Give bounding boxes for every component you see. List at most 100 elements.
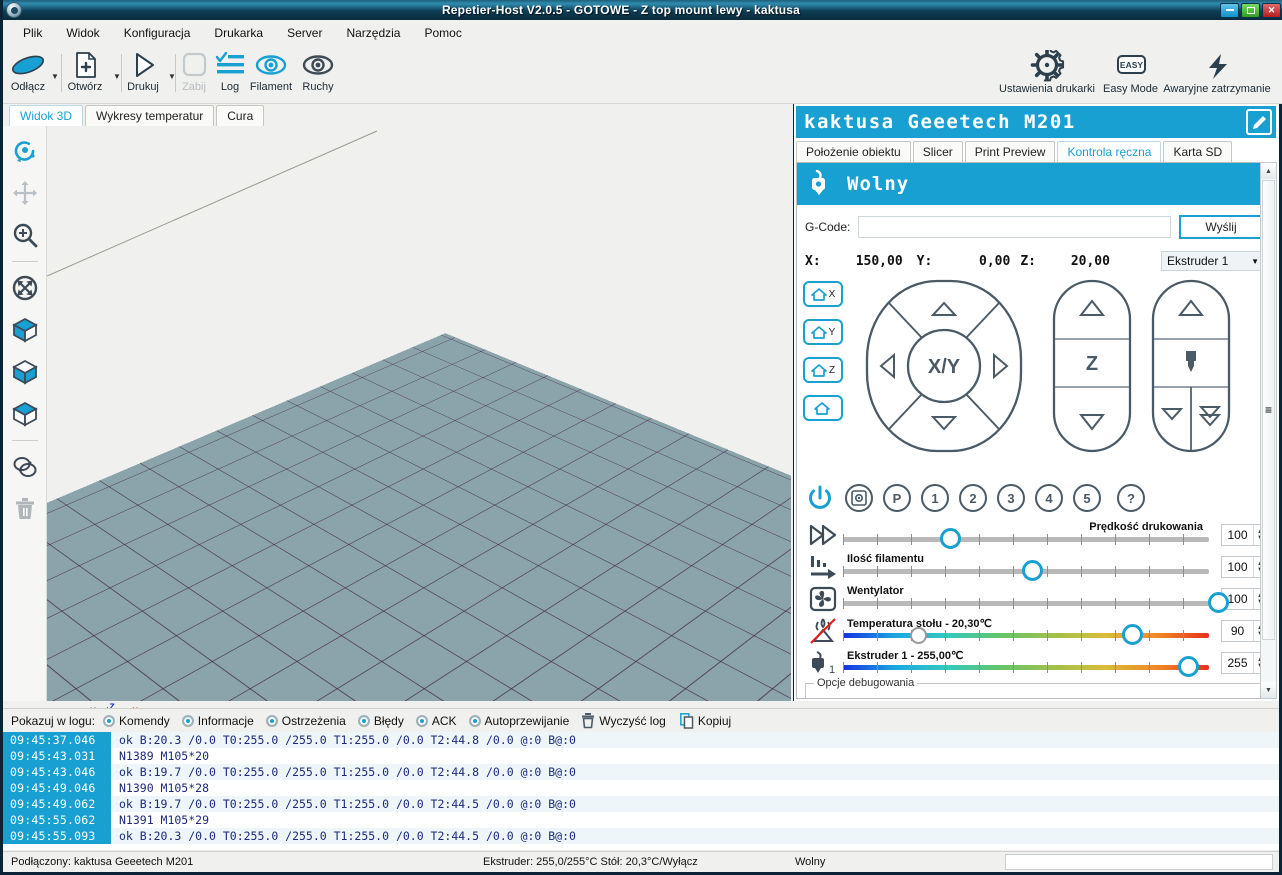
viewport-duplicate-button[interactable]	[8, 450, 42, 484]
home-z-button[interactable]: Z	[803, 357, 843, 383]
park-button[interactable]: P	[883, 484, 911, 512]
log-icon	[213, 50, 247, 80]
script-4-button[interactable]: 4	[1035, 484, 1063, 512]
close-button[interactable]: ✕	[1262, 3, 1281, 18]
slider-bed-temp-thumb[interactable]	[1122, 624, 1143, 645]
xy-jog-pad[interactable]: X/Y	[863, 277, 1025, 455]
copy-log-button[interactable]: Kopiuj	[680, 713, 731, 729]
log-filter-ostrzezenia[interactable]: Ostrzeżenia	[266, 714, 346, 728]
case-light-button[interactable]	[845, 484, 873, 512]
disconnect-dropdown-caret[interactable]: ▼	[51, 72, 59, 81]
tab-wykresy-temperatur[interactable]: Wykresy temperatur	[85, 105, 214, 126]
power-button[interactable]	[805, 483, 835, 513]
toolbar-printer-settings[interactable]: Ustawienia drukarki	[985, 50, 1109, 95]
menu-drukarka[interactable]: Drukarka	[202, 22, 275, 44]
log-filter-autoprzewijanie[interactable]: Autoprzewijanie	[469, 714, 570, 728]
script-3-button[interactable]: 3	[997, 484, 1025, 512]
menu-server[interactable]: Server	[275, 22, 334, 44]
viewport-3d[interactable]	[47, 126, 791, 701]
extruder-select[interactable]: Ekstruder 1 ▼	[1161, 251, 1265, 271]
slider-row-extruder-temp: 1 Ekstruder 1 - 255,00℃ 255 ▲▼	[797, 647, 1275, 679]
viewport-show-edges-button[interactable]	[8, 313, 42, 347]
toolbar-open-label: Otwórz	[65, 81, 105, 93]
script-5-button[interactable]: 5	[1073, 484, 1101, 512]
log-message: ok B:19.7 /0.0 T0:255.0 /255.0 T1:255.0 …	[111, 797, 576, 811]
toolbar-log[interactable]: Log	[213, 50, 247, 93]
printer-panel-scrollbar[interactable]: ▲ ≡ ▼	[1260, 162, 1277, 699]
toolbar-filament[interactable]: Filament	[247, 50, 295, 93]
menu-plik[interactable]: Plik	[11, 22, 54, 44]
menu-narzedzia[interactable]: Narzędzia	[334, 22, 412, 44]
viewport-move-button[interactable]	[8, 176, 42, 210]
home-x-button[interactable]: X	[803, 281, 843, 307]
send-gcode-button[interactable]: Wyślij	[1179, 215, 1263, 239]
script-1-button[interactable]: 1	[921, 484, 949, 512]
log-filter-komendy[interactable]: Komendy	[103, 714, 170, 728]
log-filter-bledy[interactable]: Błędy	[358, 714, 404, 728]
toolbar-moves[interactable]: Ruchy	[297, 50, 339, 93]
viewport-rotate-button[interactable]	[8, 134, 42, 168]
maximize-button[interactable]	[1241, 3, 1260, 18]
tab-slicer[interactable]: Slicer	[913, 141, 963, 162]
moves-eye-icon	[297, 50, 339, 80]
z-jog-pad[interactable]: Z	[1050, 277, 1134, 455]
home-all-button[interactable]	[803, 395, 843, 421]
toolbar-easy-mode[interactable]: EASY Easy Mode	[1103, 50, 1158, 95]
slider-flow-thumb[interactable]	[1022, 560, 1043, 581]
tab-print-preview[interactable]: Print Preview	[965, 141, 1056, 162]
slider-extruder-temp-thumb[interactable]	[1178, 656, 1199, 677]
slider-extruder-temp[interactable]: Ekstruder 1 - 255,00℃	[843, 648, 1215, 678]
menu-pomoc[interactable]: Pomoc	[412, 22, 473, 44]
radio-icon[interactable]	[358, 715, 370, 727]
printer-edit-button[interactable]	[1246, 109, 1272, 135]
toolbar-open[interactable]: Otwórz	[65, 50, 105, 93]
tab-widok-3d[interactable]: Widok 3D	[9, 105, 83, 126]
viewport-fit-button[interactable]	[8, 271, 42, 305]
rotate-icon	[11, 137, 39, 165]
log-message: ok B:20.3 /0.0 T0:255.0 /255.0 T1:255.0 …	[111, 829, 576, 843]
extruder-jog-pad[interactable]	[1149, 277, 1233, 455]
tab-karta-sd[interactable]: Karta SD	[1163, 141, 1232, 162]
log-filter-ack[interactable]: ACK	[416, 714, 457, 728]
open-dropdown-caret[interactable]: ▼	[113, 72, 121, 81]
home-y-button[interactable]: Y	[803, 319, 843, 345]
slider-fan[interactable]: Wentylator	[843, 584, 1215, 614]
toolbar-kill[interactable]: Zabij	[177, 50, 211, 93]
radio-icon[interactable]	[103, 715, 115, 727]
menu-widok[interactable]: Widok	[54, 22, 111, 44]
tab-cura[interactable]: Cura	[216, 105, 264, 126]
toolbar-disconnect[interactable]: Odłącz	[8, 50, 48, 93]
radio-icon[interactable]	[416, 715, 428, 727]
gcode-input[interactable]	[858, 216, 1171, 238]
slider-bed-temp[interactable]: Temperatura stołu - 20,30℃	[843, 616, 1215, 646]
scroll-down-arrow-icon[interactable]: ▼	[1261, 682, 1276, 698]
log-filter-autoprzewijanie-label: Autoprzewijanie	[485, 714, 570, 728]
scroll-up-arrow-icon[interactable]: ▲	[1261, 163, 1276, 179]
status-bar: Podłączony: kaktusa Geeetech M201 Ekstru…	[3, 851, 1279, 872]
minimize-button[interactable]	[1220, 3, 1239, 18]
slider-fan-thumb[interactable]	[1208, 592, 1229, 613]
viewport-delete-button[interactable]	[8, 492, 42, 526]
viewport-zoom-button[interactable]	[8, 218, 42, 252]
tab-polozenie-obiektu[interactable]: Położenie obiektu	[796, 141, 911, 162]
slider-speed[interactable]: Prędkość drukowania	[843, 520, 1215, 550]
radio-icon[interactable]	[469, 715, 481, 727]
viewport-solid-view-button[interactable]	[8, 355, 42, 389]
log-show-label: Pokazuj w logu:	[11, 714, 95, 728]
viewport-split-view-button[interactable]	[8, 397, 42, 431]
slider-flow[interactable]: Ilość filamentu	[843, 552, 1215, 582]
log-filter-informacje[interactable]: Informacje	[182, 714, 254, 728]
slider-speed-thumb[interactable]	[940, 528, 961, 549]
tab-kontrola-reczna[interactable]: Kontrola ręczna	[1057, 141, 1161, 162]
radio-icon[interactable]	[182, 715, 194, 727]
help-button[interactable]: ?	[1117, 484, 1145, 512]
clear-log-button[interactable]: Wyczyść log	[581, 713, 666, 729]
script-2-button[interactable]: 2	[959, 484, 987, 512]
toolbar-print[interactable]: Drukuj	[123, 50, 163, 93]
scrollbar-thumb[interactable]: ≡	[1262, 180, 1275, 640]
log-list[interactable]: 09:45:37.046 ok B:20.3 /0.0 T0:255.0 /25…	[3, 732, 1279, 850]
toolbar-emergency-stop[interactable]: Awaryjne zatrzymanie	[1155, 50, 1279, 95]
radio-icon[interactable]	[266, 715, 278, 727]
slider-bed-temp-value: 90	[1222, 624, 1253, 638]
menu-konfiguracja[interactable]: Konfiguracja	[112, 22, 203, 44]
